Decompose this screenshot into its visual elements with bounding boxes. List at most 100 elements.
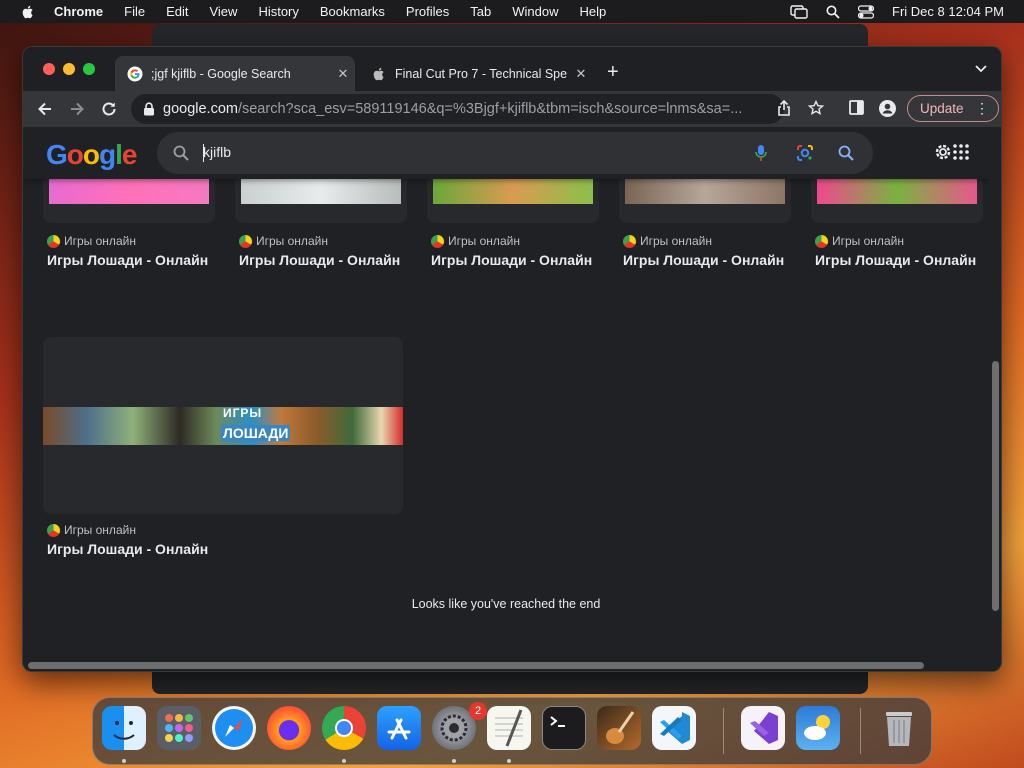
close-tab-icon[interactable]: ✕ xyxy=(569,66,593,82)
source-label: Игры онлайн xyxy=(256,234,328,248)
textedit-icon[interactable] xyxy=(487,706,531,750)
address-bar[interactable]: google.com/search?sca_esv=589119146&q=%3… xyxy=(131,94,784,124)
close-window-button[interactable] xyxy=(43,63,55,75)
reload-icon[interactable] xyxy=(99,99,119,119)
close-tab-icon[interactable]: ✕ xyxy=(331,66,355,82)
firefox-icon[interactable] xyxy=(267,706,311,750)
spotlight-icon[interactable] xyxy=(826,5,840,19)
search-box[interactable]: kjiflb xyxy=(157,132,873,174)
tab-final-cut[interactable]: Final Cut Pro 7 - Technical Spe ✕ xyxy=(359,56,593,91)
app-store-icon[interactable] xyxy=(377,706,421,750)
text-cursor xyxy=(203,144,204,162)
menu-edit[interactable]: Edit xyxy=(166,4,188,19)
menu-window[interactable]: Window xyxy=(512,4,558,19)
end-of-results-message: Looks like you've reached the end xyxy=(411,597,601,611)
result-source[interactable]: Игры онлайн xyxy=(623,234,712,248)
more-menu-icon[interactable]: ⋮ xyxy=(975,100,989,117)
menu-bookmarks[interactable]: Bookmarks xyxy=(320,4,385,19)
menu-profiles[interactable]: Profiles xyxy=(406,4,449,19)
url-path: /search?sca_esv=589119146&q=%3Bjgf+kjifl… xyxy=(237,101,743,117)
result-source[interactable]: Игры онлайн xyxy=(431,234,520,248)
finder-icon[interactable] xyxy=(102,706,146,750)
bookmark-star-icon[interactable] xyxy=(808,100,824,116)
weather-icon[interactable] xyxy=(796,706,840,750)
menu-app-name[interactable]: Chrome xyxy=(54,4,103,19)
site-favicon-icon xyxy=(239,234,252,248)
vertical-scrollbar[interactable] xyxy=(989,127,1001,658)
result-title[interactable]: Игры Лошади - Онлайн xyxy=(815,252,976,268)
minimize-window-button[interactable] xyxy=(63,63,75,75)
result-title[interactable]: Игры Лошади - Онлайн xyxy=(47,252,208,268)
visual-studio-icon[interactable] xyxy=(741,706,785,750)
tab-title: Final Cut Pro 7 - Technical Spe xyxy=(395,66,568,81)
google-lens-icon[interactable] xyxy=(796,144,814,162)
tab-search-chevron-icon[interactable] xyxy=(975,65,987,73)
url-host: google.com xyxy=(163,101,238,117)
notification-badge: 2 xyxy=(469,702,487,720)
menu-file[interactable]: File xyxy=(124,4,145,19)
side-panel-icon[interactable] xyxy=(849,100,864,115)
safari-icon[interactable] xyxy=(212,706,256,750)
google-apps-grid-icon[interactable] xyxy=(953,144,969,160)
screen-mirroring-icon[interactable] xyxy=(790,4,808,19)
source-label: Игры онлайн xyxy=(64,523,136,537)
chrome-icon[interactable] xyxy=(322,706,366,750)
share-icon[interactable] xyxy=(777,100,791,116)
dock-separator xyxy=(723,708,724,754)
running-indicator xyxy=(122,759,126,763)
dock: 2 xyxy=(92,697,932,765)
forward-arrow-icon[interactable] xyxy=(67,99,87,119)
menubar-clock[interactable]: Fri Dec 8 12:04 PM xyxy=(892,4,1004,19)
result-title[interactable]: Игры Лошади - Онлайн xyxy=(623,252,784,268)
result-title[interactable]: Игры Лошади - Онлайн xyxy=(47,541,208,557)
result-source[interactable]: Игры онлайн xyxy=(815,234,904,248)
tab-google-search[interactable]: ;jgf kjiflb - Google Search ✕ xyxy=(115,56,355,91)
banner-text: ЛОШАДИ xyxy=(221,425,291,441)
source-label: Игры онлайн xyxy=(640,234,712,248)
result-title[interactable]: Игры Лошади - Онлайн xyxy=(239,252,400,268)
new-tab-button[interactable]: + xyxy=(607,62,619,82)
update-button[interactable]: Update ⋮ xyxy=(907,95,999,122)
result-thumbnail[interactable]: ИГРЫ ЛОШАДИ xyxy=(43,337,403,514)
horse-banner-image: ИГРЫ ЛОШАДИ xyxy=(43,406,403,445)
trash-icon[interactable] xyxy=(877,706,921,750)
instruments-icon[interactable] xyxy=(597,706,641,750)
result-title[interactable]: Игры Лошади - Онлайн xyxy=(431,252,592,268)
result-source[interactable]: Игры онлайн xyxy=(47,523,136,537)
lock-icon[interactable] xyxy=(143,102,155,116)
back-arrow-icon[interactable] xyxy=(35,99,55,119)
result-source[interactable]: Игры онлайн xyxy=(239,234,328,248)
site-favicon-icon xyxy=(47,234,60,248)
apple-menu-icon[interactable] xyxy=(20,4,36,20)
microphone-icon[interactable] xyxy=(755,144,767,162)
menu-history[interactable]: History xyxy=(258,4,298,19)
source-label: Игры онлайн xyxy=(64,234,136,248)
terminal-icon[interactable] xyxy=(542,706,586,750)
google-icon xyxy=(127,66,143,81)
scrollbar-thumb[interactable] xyxy=(992,361,999,611)
chrome-window: ;jgf kjiflb - Google Search ✕ Final Cut … xyxy=(22,46,1002,672)
zoom-window-button[interactable] xyxy=(83,63,95,75)
dock-separator xyxy=(860,708,861,754)
vscode-icon[interactable] xyxy=(652,706,696,750)
result-source[interactable]: Игры онлайн xyxy=(47,234,136,248)
source-label: Игры онлайн xyxy=(832,234,904,248)
site-favicon-icon xyxy=(815,234,828,248)
menu-help[interactable]: Help xyxy=(580,4,607,19)
search-submit-icon[interactable] xyxy=(838,145,854,161)
source-label: Игры онлайн xyxy=(448,234,520,248)
profile-avatar-icon[interactable] xyxy=(879,100,896,117)
menu-tab[interactable]: Tab xyxy=(470,4,491,19)
google-logo[interactable]: Google xyxy=(46,139,137,171)
scrollbar-thumb[interactable] xyxy=(28,662,924,669)
horizontal-scrollbar[interactable] xyxy=(23,658,1001,671)
macos-menu-bar: Chrome File Edit View History Bookmarks … xyxy=(0,0,1024,23)
gear-icon[interactable] xyxy=(933,142,953,162)
tab-title: ;jgf kjiflb - Google Search xyxy=(151,66,291,81)
control-center-icon[interactable] xyxy=(858,4,874,19)
menu-view[interactable]: View xyxy=(209,4,237,19)
search-input[interactable]: kjiflb xyxy=(203,144,231,160)
launchpad-icon[interactable] xyxy=(157,706,201,750)
site-favicon-icon xyxy=(431,234,444,248)
banner-text: ИГРЫ xyxy=(223,406,263,420)
